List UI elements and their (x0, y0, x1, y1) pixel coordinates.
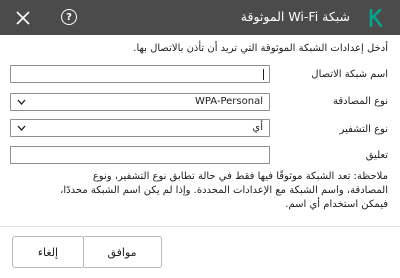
comment-input[interactable] (11, 151, 269, 168)
close-icon[interactable] (13, 8, 33, 28)
chevron-down-icon (17, 125, 26, 131)
intro-text: أدخل إعدادات الشبكة الموثوقة التي تريد أ… (133, 43, 388, 54)
network-name-field[interactable] (10, 65, 270, 87)
cancel-button[interactable]: إلغاء (12, 236, 84, 268)
comment-field[interactable] (10, 146, 270, 168)
note-line: ملاحظة: تعد الشبكة موثوقًا فيها فقط في ح… (92, 171, 388, 182)
dialog-header: ? شبكة Wi-Fi الموثوقة (0, 0, 400, 35)
auth-type-select[interactable]: WPA-Personal (10, 93, 270, 111)
kaspersky-logo-icon (367, 9, 385, 27)
help-icon[interactable]: ? (61, 9, 77, 25)
chevron-down-icon (17, 99, 26, 105)
encryption-type-label: نوع التشفير (339, 124, 388, 135)
encryption-type-select[interactable]: أي (10, 119, 270, 137)
auth-type-value: WPA-Personal (194, 96, 263, 107)
text-caret (263, 69, 264, 80)
auth-type-label: نوع المصادقة (332, 96, 388, 107)
note-text: ملاحظة: تعد الشبكة موثوقًا فيها فقط في ح… (8, 170, 388, 212)
network-name-label: اسم شبكة الاتصال (311, 69, 388, 80)
ok-button[interactable]: موافق (82, 236, 162, 268)
network-name-input[interactable] (11, 70, 269, 87)
note-line: المصادقة، واسم الشبكة مع الإعدادات المحد… (60, 185, 388, 196)
footer-divider (0, 226, 400, 227)
dialog-title: شبكة Wi-Fi الموثوقة (240, 9, 350, 24)
comment-label: تعليق (365, 150, 388, 161)
note-line: فيمكن استخدام أي اسم. (285, 199, 388, 210)
trusted-wifi-dialog: ? شبكة Wi-Fi الموثوقة أدخل إعدادات الشبك… (0, 0, 400, 278)
encryption-type-value: أي (252, 122, 263, 133)
